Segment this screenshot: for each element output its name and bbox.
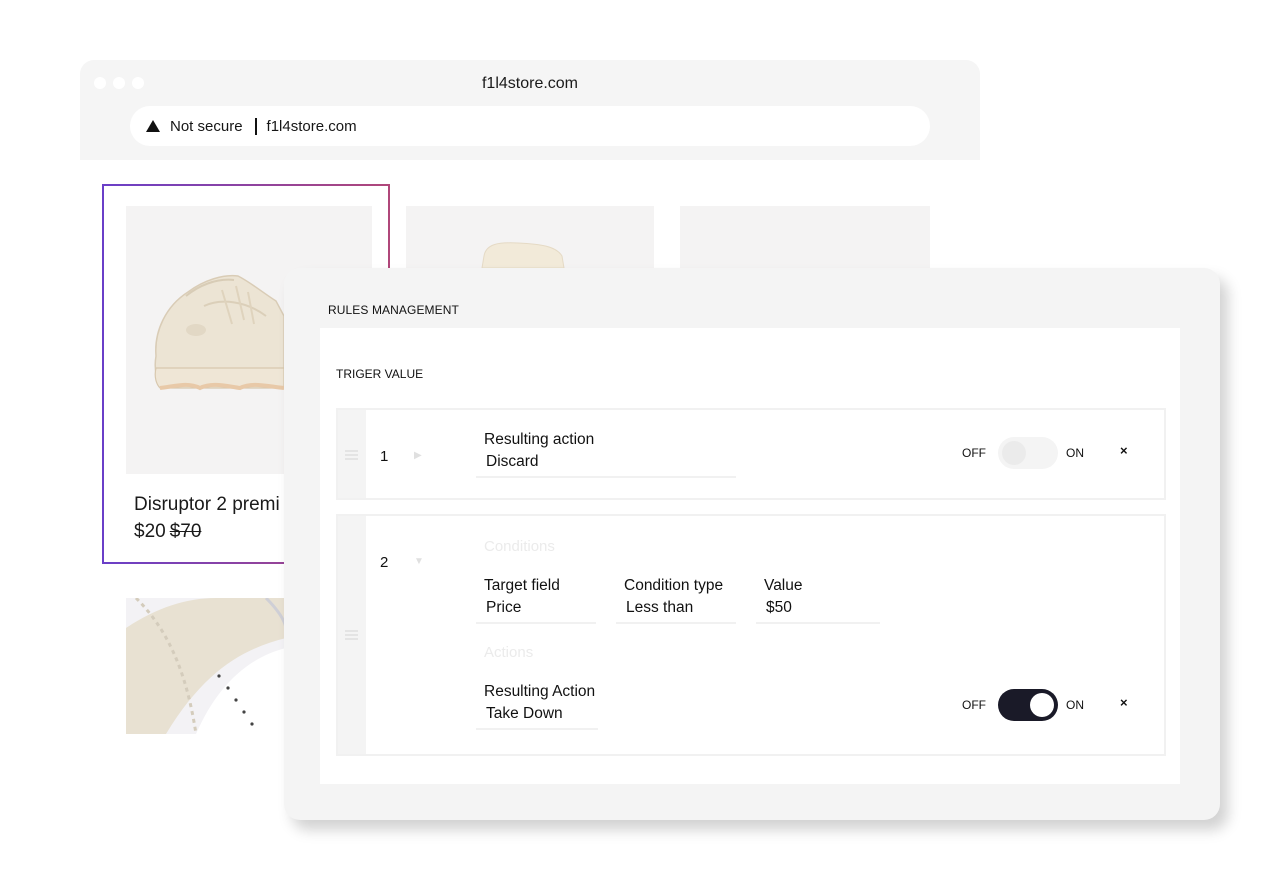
sneaker-closeup-illustration (126, 598, 286, 734)
actions-heading: Actions (484, 644, 534, 661)
collapse-arrow-icon[interactable]: ▼ (414, 556, 424, 567)
field-label: Resulting action (484, 431, 595, 448)
product-image-3[interactable] (680, 206, 930, 268)
rule-drag-handle[interactable] (338, 410, 366, 498)
rules-management-panel: RULES MANAGEMENT TRIGER VALUE 1 ▶ Result… (284, 268, 1220, 820)
conditions-heading: Conditions (484, 538, 555, 555)
enable-toggle-group: OFF ON (962, 689, 1084, 721)
target-field-field[interactable]: Target field Price (476, 577, 596, 624)
section-title: TRIGER VALUE (336, 367, 424, 381)
browser-window: f1l4store.com Not secure f1l4store.com (80, 60, 980, 160)
rules-container: TRIGER VALUE 1 ▶ Resulting action Discar… (320, 328, 1180, 784)
field-label: Target field (484, 577, 560, 594)
rule-number: 1 (380, 448, 389, 465)
enable-toggle[interactable] (998, 437, 1058, 469)
product-price: $20 $70 (134, 521, 201, 543)
rule-drag-handle[interactable] (338, 516, 366, 754)
close-icon[interactable]: × (1120, 695, 1128, 710)
toggle-on-label: ON (1066, 446, 1084, 460)
address-bar[interactable]: Not secure f1l4store.com (130, 106, 930, 146)
original-price: $70 (169, 521, 202, 542)
condition-type-field[interactable]: Condition type Less than (616, 577, 736, 624)
target-field-select[interactable]: Price (476, 599, 596, 624)
security-status: Not secure (170, 117, 243, 135)
rule-row-2: 2 ▼ Conditions Target field Price Condit… (336, 514, 1166, 756)
toggle-knob (1030, 693, 1054, 717)
address-separator (254, 117, 257, 135)
panel-title: RULES MANAGEMENT (328, 303, 459, 317)
rule-number: 2 (380, 554, 389, 571)
field-label: Condition type (624, 577, 724, 594)
toggle-on-label: ON (1066, 698, 1084, 712)
product-thumbnail-illustration (481, 242, 565, 268)
expand-arrow-icon[interactable]: ▶ (414, 450, 422, 461)
toggle-knob (1002, 441, 1026, 465)
drag-handle-icon (345, 630, 358, 640)
product-image-2[interactable] (406, 206, 654, 268)
close-icon[interactable]: × (1120, 443, 1128, 458)
toggle-off-label: OFF (962, 698, 986, 712)
warning-triangle-icon (146, 120, 160, 132)
resulting-action-select[interactable]: Discard (476, 453, 736, 478)
enable-toggle-group: OFF ON (962, 437, 1084, 469)
toggle-off-label: OFF (962, 446, 986, 460)
rule-row-1: 1 ▶ Resulting action Discard OFF ON × (336, 408, 1166, 500)
field-label: Value (764, 577, 803, 594)
resulting-action-field[interactable]: Resulting Action Take Down (476, 683, 598, 730)
enable-toggle[interactable] (998, 689, 1058, 721)
drag-handle-icon (345, 450, 358, 460)
url-text: f1l4store.com (266, 117, 357, 135)
field-label: Resulting Action (484, 683, 596, 700)
value-input[interactable]: $50 (756, 599, 880, 624)
product-image-4[interactable] (126, 598, 286, 734)
resulting-action-field[interactable]: Resulting action Discard (476, 431, 736, 478)
current-price: $20 (134, 521, 166, 542)
condition-type-select[interactable]: Less than (616, 599, 736, 624)
value-field[interactable]: Value $50 (756, 577, 880, 624)
resulting-action-select[interactable]: Take Down (476, 705, 598, 730)
product-name[interactable]: Disruptor 2 premi (134, 494, 280, 516)
window-title: f1l4store.com (481, 75, 579, 92)
